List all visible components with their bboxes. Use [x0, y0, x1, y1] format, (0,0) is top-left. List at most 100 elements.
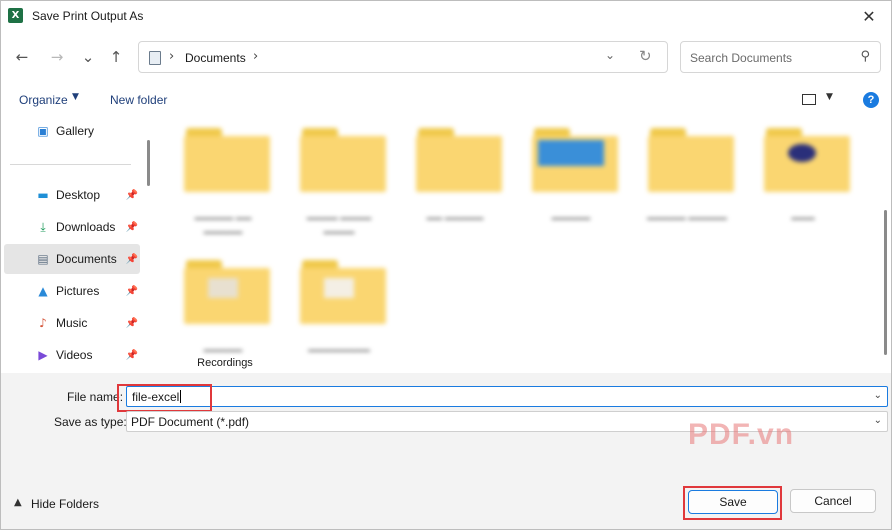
chevron-up-icon[interactable]: ▲ — [14, 497, 22, 508]
folder-icon — [300, 128, 386, 192]
music-icon: ♪ — [39, 316, 47, 330]
folder-label-blurred: ▁▁▁ — [791, 209, 815, 220]
folder-label-recordings: Recordings — [197, 357, 253, 369]
content-scrollbar[interactable] — [884, 210, 887, 355]
sidebar-item-desktop[interactable]: ▬ Desktop 📌 — [4, 180, 140, 210]
folder-label-blurred: ▁▁▁▁▁ — [551, 209, 591, 220]
hide-folders-button[interactable]: Hide Folders — [31, 497, 99, 511]
file-name-label: File name: — [67, 390, 124, 404]
sidebar-item-label: Desktop — [56, 188, 101, 202]
back-arrow-icon: ← — [15, 48, 29, 66]
sidebar-item-documents[interactable]: ▤ Documents 📌 — [4, 244, 140, 274]
folder-label-blurred: ▁▁▁▁ ▁▁▁▁ ▁▁▁▁ — [306, 209, 372, 234]
up-arrow-icon: ↑ — [109, 48, 123, 66]
sidebar-item-label: Videos — [56, 348, 93, 362]
folder-tile[interactable]: ▁▁ ▁▁▁▁▁ — [402, 118, 508, 238]
recent-locations-button[interactable]: ⌄ — [76, 45, 100, 69]
folder-icon — [184, 128, 270, 192]
chevron-down-icon[interactable]: ⌄ — [874, 415, 882, 426]
chevron-down-icon[interactable]: ⌄ — [874, 390, 882, 401]
save-button[interactable]: Save — [688, 490, 778, 514]
sidebar-item-label: Downloads — [56, 220, 116, 234]
folder-icon — [532, 128, 618, 192]
folder-icon — [300, 260, 386, 324]
save-as-type-value: PDF Document (*.pdf) — [131, 415, 250, 429]
folder-tile[interactable]: ▁▁▁▁▁ ▁▁ ▁▁▁▁▁ — [170, 118, 276, 238]
organize-menu[interactable]: Organize — [19, 93, 68, 107]
folder-label-blurred: ▁▁ ▁▁▁▁▁ — [426, 209, 484, 220]
pin-icon: 📌 — [125, 349, 138, 361]
documents-icon: ▤ — [37, 252, 49, 266]
sidebar-item-downloads[interactable]: ⤓ Downloads 📌 — [4, 212, 140, 242]
window-title: Save Print Output As — [32, 9, 144, 23]
command-bar: Organize ▼ New folder ▼ ? — [0, 82, 892, 118]
search-icon[interactable]: ⚲ — [860, 49, 870, 64]
view-options-icon[interactable] — [802, 94, 816, 105]
organize-caret-icon[interactable]: ▼ — [72, 92, 79, 102]
breadcrumb-separator-icon[interactable]: › — [253, 49, 258, 64]
file-name-input[interactable]: file-excel ⌄ — [126, 386, 888, 407]
videos-icon: ▶ — [38, 348, 48, 362]
pin-icon: 📌 — [125, 189, 138, 201]
address-bar[interactable]: › Documents › ⌄ ↻ — [138, 41, 668, 73]
breadcrumb-separator-icon[interactable]: › — [169, 49, 174, 64]
breadcrumb-documents[interactable]: Documents — [185, 51, 246, 65]
back-button[interactable]: ← — [10, 45, 34, 69]
save-as-type-label: Save as type: — [54, 415, 127, 429]
pin-icon: 📌 — [125, 317, 138, 329]
view-options-caret-icon[interactable]: ▼ — [826, 92, 833, 102]
help-icon[interactable]: ? — [863, 92, 879, 108]
search-input[interactable]: Search Documents ⚲ — [680, 41, 881, 73]
excel-app-icon: X — [8, 8, 23, 23]
sidebar-item-label: Gallery — [56, 124, 95, 138]
documents-location-icon — [149, 51, 161, 65]
title-bar: X Save Print Output As ✕ — [0, 0, 892, 32]
folder-tile[interactable]: ▁▁▁▁▁ ▁▁▁▁▁ — [634, 118, 740, 238]
sidebar-item-label: Music — [56, 316, 88, 330]
search-placeholder: Search Documents — [690, 51, 793, 65]
folder-tile[interactable]: ▁▁▁▁▁▁▁▁ — [286, 250, 392, 370]
sidebar-divider — [10, 164, 131, 165]
forward-arrow-icon: → — [50, 48, 64, 66]
gallery-icon: ▣ — [37, 124, 49, 138]
folder-icon — [416, 128, 502, 192]
sidebar-item-label: Documents — [56, 252, 117, 266]
sidebar-scrollbar[interactable] — [147, 140, 150, 186]
folder-label-blurred: ▁▁▁▁▁ — [203, 341, 243, 352]
file-name-value: file-excel — [132, 390, 182, 404]
folder-tile[interactable]: ▁▁▁▁▁ — [170, 250, 276, 370]
folder-tile[interactable]: ▁▁▁ — [750, 118, 856, 238]
sidebar-item-pictures[interactable]: ▲ Pictures 📌 — [4, 276, 140, 306]
pin-icon: 📌 — [125, 221, 138, 233]
cancel-button[interactable]: Cancel — [790, 489, 876, 513]
downloads-icon: ⤓ — [40, 219, 46, 234]
navigation-bar: ← → ⌄ ↑ › Documents › ⌄ ↻ Search Documen… — [0, 32, 892, 82]
folder-label-blurred: ▁▁▁▁▁ ▁▁▁▁▁ — [647, 209, 727, 220]
refresh-icon[interactable]: ↻ — [639, 47, 652, 65]
folder-icon — [764, 128, 850, 192]
dialog-footer: ▲ Hide Folders Save Cancel — [0, 473, 892, 530]
folder-view: ▁▁▁▁▁ ▁▁ ▁▁▁▁▁ ▁▁▁▁ ▁▁▁▁ ▁▁▁▁ ▁▁ ▁▁▁▁▁ ▁▁▁… — [155, 118, 892, 373]
sidebar-item-label: Pictures — [56, 284, 100, 298]
folder-label-blurred: ▁▁▁▁▁▁▁▁ — [308, 341, 370, 352]
folder-icon — [648, 128, 734, 192]
navigation-pane: ▣ Gallery ▬ Desktop 📌 ⤓ Downloads 📌 ▤ Do… — [0, 118, 155, 373]
pin-icon: 📌 — [125, 253, 138, 265]
pictures-icon: ▲ — [38, 284, 48, 298]
pin-icon: 📌 — [125, 285, 138, 297]
folder-label-blurred: ▁▁▁▁▁ ▁▁ ▁▁▁▁▁ — [194, 209, 252, 234]
up-button[interactable]: ↑ — [104, 45, 128, 69]
folder-icon — [184, 260, 270, 324]
address-history-dropdown[interactable]: ⌄ — [605, 48, 615, 62]
forward-button[interactable]: → — [45, 45, 69, 69]
desktop-icon: ▬ — [37, 188, 49, 202]
sidebar-item-gallery[interactable]: ▣ Gallery — [4, 116, 140, 146]
sidebar-item-music[interactable]: ♪ Music 📌 — [4, 308, 140, 338]
sidebar-item-videos[interactable]: ▶ Videos 📌 — [4, 340, 140, 370]
watermark: PDF.vn — [688, 418, 795, 451]
chevron-down-icon: ⌄ — [81, 48, 95, 66]
close-button[interactable]: ✕ — [846, 0, 892, 32]
folder-tile[interactable]: ▁▁▁▁ ▁▁▁▁ ▁▁▁▁ — [286, 118, 392, 238]
new-folder-button[interactable]: New folder — [110, 93, 167, 107]
folder-tile[interactable]: ▁▁▁▁▁ — [518, 118, 624, 238]
